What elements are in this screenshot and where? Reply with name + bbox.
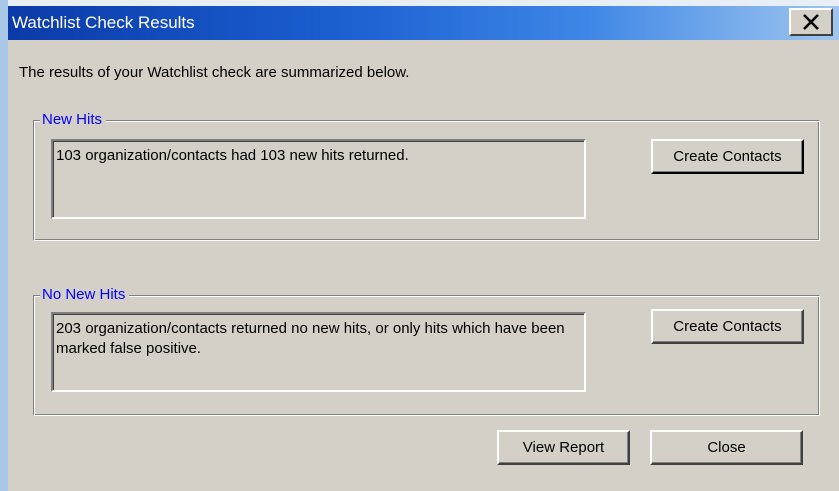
no-new-hits-create-contacts-button[interactable]: Create Contacts [651,309,804,344]
view-report-button[interactable]: View Report [497,430,630,465]
close-icon [803,14,819,30]
new-hits-legend: New Hits [40,110,107,130]
watchlist-check-results-dialog: Watchlist Check Results The results of y… [0,0,839,491]
background-left-strip [0,0,8,491]
no-new-hits-legend: No New Hits [40,285,130,305]
no-new-hits-message: 203 organization/contacts returned no ne… [51,312,586,392]
window-title: Watchlist Check Results [12,13,195,32]
close-window-button[interactable] [789,8,833,36]
new-hits-create-contacts-button[interactable]: Create Contacts [651,139,804,174]
close-button[interactable]: Close [650,430,803,465]
intro-text: The results of your Watchlist check are … [19,64,410,81]
title-bar[interactable]: Watchlist Check Results [8,6,839,40]
new-hits-message: 103 organization/contacts had 103 new hi… [51,139,586,219]
